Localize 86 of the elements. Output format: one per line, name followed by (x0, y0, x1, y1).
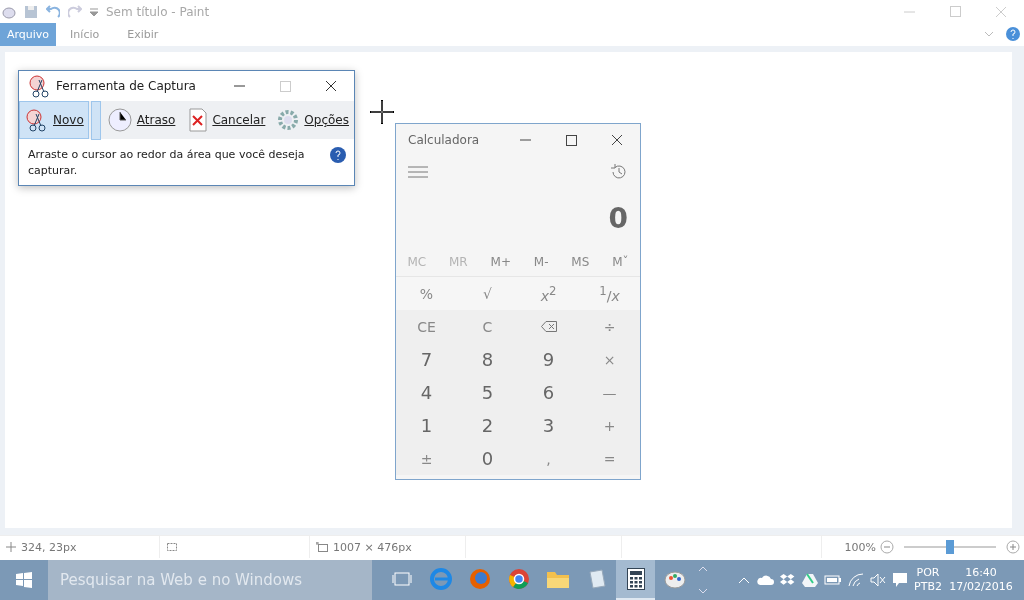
calculator-key[interactable]: — (579, 376, 640, 409)
calculator-key[interactable]: + (579, 409, 640, 442)
calculator-key[interactable]: 6 (518, 376, 579, 409)
window-title: Sem título - Paint (106, 4, 210, 19)
palette-icon (662, 568, 687, 591)
close-icon (611, 134, 623, 146)
clock-icon (107, 108, 132, 132)
scissors-icon (24, 108, 48, 132)
battery-icon (824, 574, 843, 587)
calculator-key[interactable]: ÷ (579, 310, 640, 343)
ribbon-tab[interactable]: Início (56, 23, 114, 46)
calculator-key[interactable]: × (579, 343, 640, 376)
calculator-key[interactable]: ± (396, 442, 457, 475)
canvas-size-icon (316, 542, 328, 553)
history-icon[interactable] (610, 163, 628, 181)
zoom-in-icon[interactable] (1006, 540, 1020, 555)
toolbar-button[interactable]: Atraso (102, 101, 181, 139)
selection-icon (166, 542, 178, 553)
move-cursor-icon (6, 542, 16, 553)
calculator-key[interactable]: 2 (457, 409, 518, 442)
maximize-icon (949, 6, 961, 17)
close-icon (325, 80, 337, 92)
calculator-key[interactable]: 7 (396, 343, 457, 376)
help-icon[interactable] (1006, 27, 1020, 42)
chevron-up-icon[interactable] (738, 576, 751, 585)
calculator-key[interactable]: 1 (396, 409, 457, 442)
redo-icon[interactable] (68, 4, 82, 19)
collapse-chevron-icon[interactable] (984, 31, 994, 38)
calculator-key[interactable]: 3 (518, 409, 579, 442)
crosshair-cursor-icon (370, 100, 394, 124)
paint-logo-icon (2, 4, 16, 19)
maximize-icon (279, 80, 291, 92)
calculator-key[interactable]: , (518, 442, 579, 475)
clock[interactable]: 16:40 17/02/2016 (948, 566, 1014, 595)
calculator-display: 0 (608, 201, 628, 235)
close-icon (995, 5, 1007, 18)
gear-icon (277, 109, 300, 131)
toolbar-button[interactable]: Novo (19, 101, 89, 139)
calculator-key[interactable]: 8 (457, 343, 518, 376)
folder-icon (545, 569, 570, 590)
minimize-icon (233, 85, 245, 87)
toolbar-button[interactable]: Opções (272, 101, 354, 139)
scissors-icon (27, 74, 51, 98)
ribbon-tab[interactable]: Exibir (113, 23, 173, 46)
memory-button[interactable]: Mˇ (606, 254, 635, 270)
instruction-text: Arraste o cursor ao redor da área que você deseja capturar. (28, 147, 306, 179)
chrome-ball-icon (507, 568, 530, 591)
calculator-key[interactable]: = (579, 442, 640, 475)
muted-speaker-icon[interactable] (870, 573, 887, 588)
calculator-key[interactable]: 9 (518, 343, 579, 376)
calculator-key[interactable]: C (457, 310, 518, 343)
cloud-icon[interactable] (756, 574, 775, 587)
undo-icon[interactable] (46, 4, 60, 19)
cancel-document-icon (189, 108, 208, 132)
search-field[interactable]: Pesquisar na Web e no Windows (48, 560, 372, 600)
memory-button[interactable]: M- (527, 254, 555, 270)
memory-button[interactable]: MS (565, 254, 596, 270)
ribbon-tab[interactable]: Arquivo (0, 23, 57, 46)
menu-icon[interactable] (408, 166, 428, 178)
calculator-key[interactable]: 0 (457, 442, 518, 475)
zoom-percentage: 100% (844, 540, 876, 554)
wifi-icon[interactable] (848, 573, 865, 588)
zoom-slider-thumb[interactable] (946, 540, 954, 555)
save-icon[interactable] (24, 4, 38, 19)
calculator-icon (626, 568, 645, 591)
window-title: Ferramenta de Captura (56, 79, 196, 93)
help-icon[interactable] (330, 147, 346, 163)
memory-button[interactable]: M+ (484, 254, 517, 270)
calculator-key[interactable]: 5 (457, 376, 518, 409)
taskbar-app-button[interactable] (616, 560, 655, 600)
input-language[interactable]: POR PTB2 (914, 566, 942, 595)
maximize-icon (565, 134, 577, 146)
calculator-key[interactable]: 4 (396, 376, 457, 409)
calculator-key[interactable]: CE (396, 310, 457, 343)
window-title: Calculadora (408, 133, 480, 147)
backspace-icon (540, 321, 557, 332)
task-view-icon (391, 571, 412, 588)
windows-logo-icon (16, 572, 32, 589)
zoom-out-icon[interactable] (880, 540, 894, 555)
notification-icon[interactable] (892, 572, 909, 589)
canvas-size: 1007 × 476px (333, 540, 412, 554)
scroll-arrows-icon[interactable] (698, 565, 708, 596)
customize-dropdown-icon[interactable] (90, 6, 98, 17)
toolbar-button[interactable]: Cancelar (184, 101, 271, 139)
cursor-position: 324, 23px (21, 540, 77, 554)
minimize-icon (519, 139, 531, 141)
